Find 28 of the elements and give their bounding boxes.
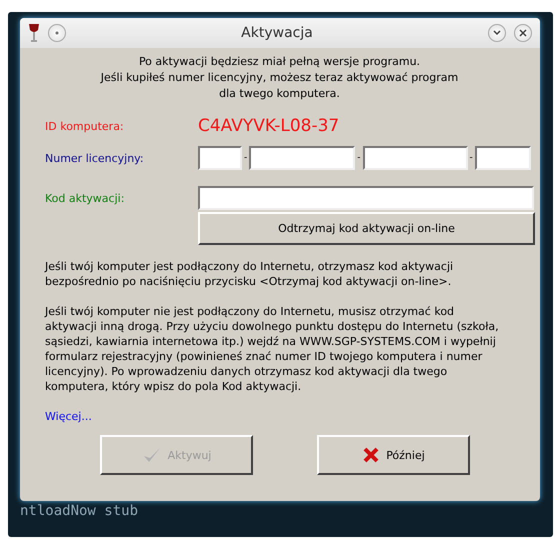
separator: - bbox=[357, 153, 360, 163]
more-link[interactable]: Więcej... bbox=[45, 410, 92, 423]
computer-id-label: ID komputera: bbox=[45, 120, 124, 132]
separator: - bbox=[470, 153, 473, 163]
info-paragraph: Jeśli twój komputer nie jest podłączony do Internetu, musisz otrzymać kod aktywacji inną drogą. Przy użyciu dowolnego punktu dostępu do Internetu (szkoła, sąsiedzi, kawiarnia internetowa itp.) wejdź na WWW.SGP-SYSTEMS.COM i wypełnij formularz rejestracyjny (powinieneś znać numer ID twojego komputera i numer licencyjny). Po wprowadzeniu danych otrzymasz kod aktywacji dla twego komputera, który wpisz do pola Kod aktywacji. bbox=[45, 304, 500, 394]
license-number-label: Numer licencyjny: bbox=[45, 152, 144, 164]
close-button[interactable] bbox=[514, 24, 532, 42]
license-number-field[interactable] bbox=[362, 146, 468, 170]
info-paragraph: Jeśli twój komputer jest podłączony do Internetu, otrzymasz kod aktywacji bezpośrednio po naciśnięciu przycisku <Otrzymaj kod aktywacji on-line>. bbox=[45, 259, 454, 289]
minimize-button[interactable] bbox=[488, 24, 506, 42]
later-button[interactable]: Później bbox=[317, 435, 470, 475]
cross-icon bbox=[362, 446, 380, 464]
chevron-down-icon bbox=[493, 30, 501, 36]
close-icon bbox=[519, 29, 527, 37]
license-number-field[interactable] bbox=[249, 146, 356, 170]
wine-glass-icon bbox=[28, 23, 40, 43]
separator: - bbox=[244, 153, 248, 163]
activation-code-label: Kod aktywacji: bbox=[45, 192, 124, 204]
computer-id-value: C4AVYVK-L08-37 bbox=[198, 116, 340, 136]
activation-code-field[interactable] bbox=[198, 186, 534, 210]
window-title: Aktywacja bbox=[240, 25, 314, 41]
dot-icon bbox=[55, 31, 59, 35]
license-number-field[interactable] bbox=[474, 146, 531, 170]
intro-text: Po aktywacji będziesz miał pełną wersje programu. Jeśli kupiłeś numer licencyjny, możesz teraz aktywować program dla twego komputera. bbox=[99, 54, 460, 102]
get-code-online-button[interactable]: Odtrzymaj kod aktywacji on-line bbox=[198, 212, 535, 245]
license-number-field[interactable] bbox=[198, 146, 242, 170]
window-menu-button[interactable] bbox=[48, 24, 66, 42]
terminal-text: ntloadNow stub bbox=[20, 503, 138, 519]
